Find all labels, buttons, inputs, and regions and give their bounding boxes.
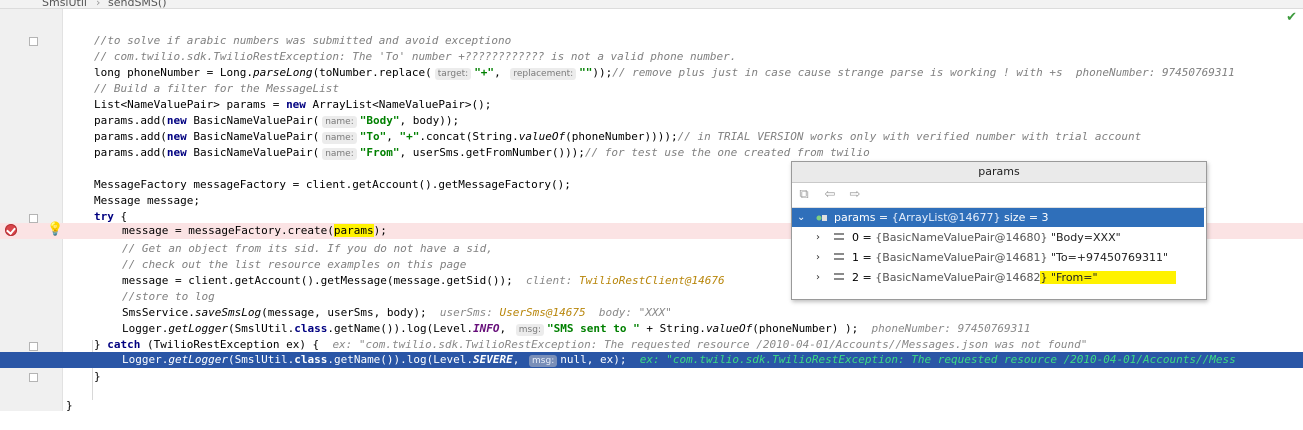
code-line[interactable]: //to solve if arabic numbers was submitt… — [0, 33, 1303, 49]
code-text: message = messageFactory.create(params); — [122, 224, 387, 237]
variable-icon — [816, 215, 827, 221]
code-text: List<NameValuePair> params = new ArrayLi… — [94, 98, 492, 111]
code-line[interactable]: SmsService.saveSmsLog(message, userSms, … — [0, 305, 1303, 321]
highlighted-value: } "From=" — [1040, 271, 1176, 284]
breakpoint-icon[interactable] — [5, 224, 17, 236]
param-hint: target: — [434, 68, 472, 80]
selected-expression: params — [333, 224, 374, 237]
editor-breadcrumb-bar: SmslUtil › sendSMS() — [0, 0, 1303, 9]
code-text: Message message; — [94, 194, 200, 207]
back-arrow-icon[interactable]: ⇦ — [822, 187, 838, 203]
code-comment: // check out the list resource examples … — [122, 258, 467, 271]
code-line[interactable]: } — [0, 369, 1303, 385]
code-line[interactable]: params.add(new BasicNameValuePair(name: "… — [0, 113, 1303, 129]
param-hint: name: — [322, 132, 357, 144]
forward-arrow-icon[interactable]: ⇨ — [847, 187, 863, 203]
param-hint: name: — [322, 116, 357, 128]
tree-row-label: params = {ArrayList@14677} size = 3 — [834, 211, 1049, 224]
param-hint: replacement: — [510, 68, 577, 80]
lightbulb-icon[interactable]: 💡 — [47, 222, 63, 237]
tree-row-label: 0 = {BasicNameValuePair@14680} "Body=XXX… — [852, 231, 1121, 244]
code-comment: // com.twilio.sdk.TwilioRestException: T… — [94, 50, 737, 63]
code-comment: // Build a filter for the MessageList — [94, 82, 340, 95]
tree-row-label: 1 = {BasicNameValuePair@14681} "To=+9745… — [852, 251, 1169, 264]
inline-debug-value: ex: "com.twilio.sdk.TwilioRestException:… — [332, 338, 1088, 351]
execution-point-line[interactable]: Logger.getLogger(SmslUtil.class.getName(… — [0, 352, 1303, 368]
tree-row-item[interactable]: › 0 = {BasicNameValuePair@14680} "Body=X… — [792, 228, 1204, 247]
code-line[interactable]: } catch (TwilioRestException ex) { ex: "… — [0, 337, 1303, 353]
variable-inspector-popup: params ⧉ ⇦ ⇨ ⌄ params = {ArrayList@14677… — [791, 161, 1207, 300]
inline-debug-value: client: — [525, 274, 579, 287]
code-text: MessageFactory messageFactory = client.g… — [94, 178, 571, 191]
code-line[interactable]: params.add(new BasicNameValuePair(name: "… — [0, 129, 1303, 145]
code-comment: //store to log — [122, 290, 215, 303]
expand-arrow-icon[interactable]: › — [816, 268, 820, 287]
copy-icon[interactable]: ⧉ — [796, 187, 812, 203]
code-line[interactable]: long phoneNumber = Long.parseLong(toNumb… — [0, 65, 1303, 81]
tree-row-label: 2 = {BasicNameValuePair@14682} "From=" — [852, 268, 1176, 287]
list-icon — [834, 233, 844, 240]
code-line[interactable]: } — [0, 398, 1303, 414]
code-text: } catch (TwilioRestException ex) { ex: "… — [94, 338, 1088, 351]
code-line[interactable]: List<NameValuePair> params = new ArrayLi… — [0, 97, 1303, 113]
code-line[interactable]: // com.twilio.sdk.TwilioRestException: T… — [0, 49, 1303, 65]
list-icon — [834, 253, 844, 260]
code-line[interactable]: Logger.getLogger(SmslUtil.class.getName(… — [0, 321, 1303, 337]
code-text: SmsService.saveSmsLog(message, userSms, … — [122, 306, 672, 319]
tree-row-params[interactable]: ⌄ params = {ArrayList@14677} size = 3 — [792, 208, 1204, 227]
inline-debug-value: ex: "com.twilio.sdk.TwilioRestException:… — [639, 353, 1236, 366]
expand-arrow-icon[interactable]: › — [816, 228, 820, 247]
code-comment: // Get an object from its sid. If you do… — [122, 242, 493, 255]
code-text: params.add(new BasicNameValuePair(name: "… — [94, 114, 460, 128]
popup-title[interactable]: params — [792, 162, 1206, 183]
collapse-arrow-icon[interactable]: ⌄ — [797, 208, 805, 227]
inline-debug-value: body: "XXX" — [598, 306, 672, 319]
code-text: params.add(new BasicNameValuePair(name: "… — [94, 146, 870, 160]
popup-toolbar: ⧉ ⇦ ⇨ — [792, 183, 1206, 208]
code-text: params.add(new BasicNameValuePair(name: "… — [94, 130, 1142, 144]
code-comment: //to solve if arabic numbers was submitt… — [94, 34, 512, 47]
code-line[interactable]: // Build a filter for the MessageList — [0, 81, 1303, 97]
inspection-ok-icon[interactable]: ✔ — [1286, 10, 1297, 25]
code-text: long phoneNumber = Long.parseLong(toNumb… — [94, 66, 1235, 80]
param-hint: msg: — [529, 355, 558, 367]
code-text: message = client.getAccount().getMessage… — [122, 274, 725, 287]
code-text: Logger.getLogger(SmslUtil.class.getName(… — [122, 353, 1236, 367]
breadcrumb-file[interactable]: SmslUtil — [42, 0, 87, 8]
code-text: Logger.getLogger(SmslUtil.class.getName(… — [122, 322, 1031, 336]
inline-debug-value: userSms: — [439, 306, 500, 319]
param-hint: name: — [322, 148, 357, 160]
breadcrumb-separator-icon: › — [96, 0, 101, 9]
code-text: } — [66, 399, 73, 412]
code-line[interactable]: params.add(new BasicNameValuePair(name: "… — [0, 145, 1303, 161]
list-icon — [834, 273, 844, 280]
param-hint: msg: — [515, 324, 544, 336]
code-text: } — [94, 370, 101, 383]
inline-debug-value: phoneNumber: 97450769311 — [871, 322, 1031, 335]
tree-row-item[interactable]: › 2 = {BasicNameValuePair@14682} "From=" — [792, 268, 1204, 287]
expand-arrow-icon[interactable]: › — [816, 248, 820, 267]
tree-row-item[interactable]: › 1 = {BasicNameValuePair@14681} "To=+97… — [792, 248, 1204, 267]
breadcrumb-method[interactable]: sendSMS() — [108, 0, 167, 8]
